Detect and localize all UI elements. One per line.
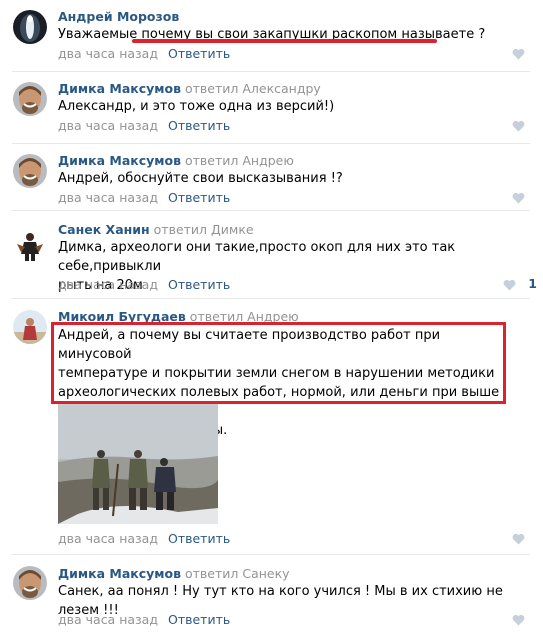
reply-link[interactable]: Ответить	[168, 118, 230, 133]
heart-icon[interactable]	[512, 48, 525, 60]
comment-text: Андрей, обоснуйте свои высказывания !?	[58, 169, 508, 188]
replied-to[interactable]: ответил Александру	[185, 81, 321, 96]
timestamp[interactable]: два часа назад	[58, 46, 158, 61]
heart-icon[interactable]	[512, 120, 525, 132]
heart-icon[interactable]	[512, 192, 525, 204]
reply-link[interactable]: Ответить	[168, 277, 230, 292]
like-count[interactable]: 1	[528, 276, 537, 291]
replied-to[interactable]: ответил Андрею	[185, 153, 294, 168]
comment-meta: два часа назад Ответить	[58, 531, 230, 546]
reply-link[interactable]: Ответить	[168, 531, 230, 546]
heart-icon[interactable]	[512, 533, 525, 545]
highlight-underline	[132, 39, 437, 43]
author-link[interactable]: Димка Максумов	[58, 81, 181, 96]
comment: Санек Ханин ответил Димке Димка, археоло…	[0, 211, 543, 298]
comment-meta: два часа назад Ответить	[58, 190, 230, 205]
heart-icon[interactable]	[512, 614, 525, 626]
comment-header: Димка Максумов ответил Андрею	[58, 153, 294, 168]
comment-header: Димка Максумов ответил Санеку	[58, 566, 290, 581]
author-link[interactable]: Димка Максумов	[58, 566, 181, 581]
comment-header: Андрей Морозов	[58, 9, 179, 24]
author-link[interactable]: Димка Максумов	[58, 153, 181, 168]
author-link[interactable]: Андрей Морозов	[58, 9, 179, 24]
reply-link[interactable]: Ответить	[168, 46, 230, 61]
reply-link[interactable]: Ответить	[168, 190, 230, 205]
comment: Димка Максумов ответил Александру Алекса…	[0, 72, 543, 144]
avatar[interactable]	[13, 566, 47, 600]
comment-line: Димка, археологи они такие,просто окоп д…	[58, 240, 456, 274]
comment-line: Андрей, обоснуйте свои высказывания !?	[58, 171, 343, 186]
comment-meta: два часа назад Ответить	[58, 612, 230, 627]
replied-to[interactable]: ответил Санеку	[185, 566, 290, 581]
comment: Димка Максумов ответил Санеку Санек, аа …	[0, 555, 543, 635]
timestamp[interactable]: два часа назад	[58, 190, 158, 205]
avatar[interactable]	[13, 82, 47, 116]
avatar[interactable]	[13, 10, 47, 44]
avatar[interactable]	[13, 154, 47, 188]
timestamp[interactable]: два часа назад	[58, 118, 158, 133]
timestamp[interactable]: два часа назад	[58, 531, 158, 546]
heart-icon[interactable]	[503, 279, 516, 291]
comment-meta: два часа назад Ответить	[58, 277, 230, 292]
highlight-box	[51, 322, 506, 404]
reply-link[interactable]: Ответить	[168, 612, 230, 627]
comment-meta: два часа назад Ответить	[58, 46, 230, 61]
comment-meta: два часа назад Ответить	[58, 118, 230, 133]
timestamp[interactable]: два часа назад	[58, 277, 158, 292]
comment: Димка Максумов ответил Андрею Андрей, об…	[0, 144, 543, 210]
timestamp[interactable]: два часа назад	[58, 612, 158, 627]
avatar[interactable]	[13, 310, 47, 344]
attached-photo[interactable]	[58, 404, 218, 524]
comment-header: Димка Максумов ответил Александру	[58, 81, 321, 96]
comment-line: Александр, и это тоже одна из версий!)	[58, 99, 335, 114]
comment: Андрей Морозов Уважаемые почему вы свои …	[0, 0, 543, 72]
comment-header: Санек Ханин ответил Димке	[58, 222, 254, 237]
replied-to[interactable]: ответил Димке	[154, 222, 254, 237]
author-link[interactable]: Санек Ханин	[58, 222, 150, 237]
comment-text: Александр, и это тоже одна из версий!)	[58, 97, 508, 116]
avatar[interactable]	[13, 228, 47, 262]
